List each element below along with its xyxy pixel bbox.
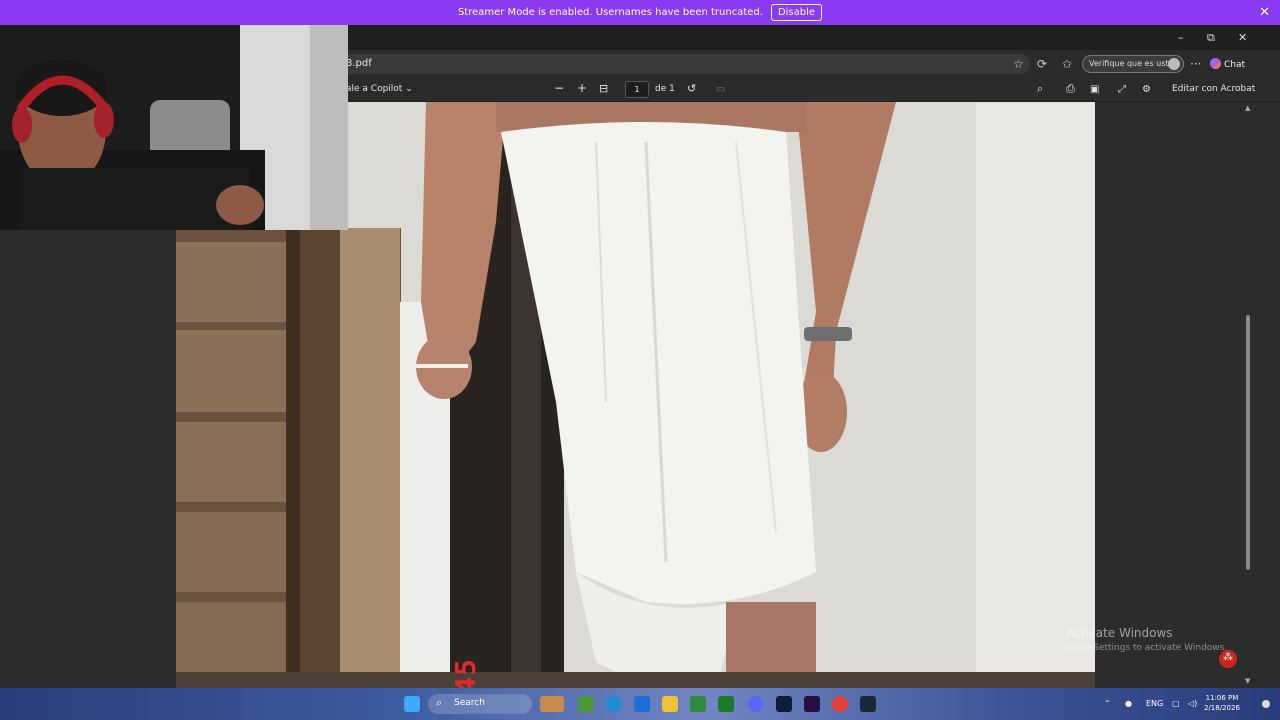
- clock-time: 11:06 PM: [1205, 694, 1239, 702]
- file-explorer-icon[interactable]: [662, 696, 678, 712]
- streamer-mode-banner: Streamer Mode is enabled. Usernames have…: [0, 0, 1280, 25]
- favorite-star-icon[interactable]: ☆: [1013, 57, 1024, 71]
- discord-icon[interactable]: [748, 696, 764, 712]
- scroll-up-arrow-icon[interactable]: ▲: [1245, 104, 1250, 112]
- webcam-feed-illustration: [0, 0, 348, 230]
- avatar: [1168, 58, 1180, 70]
- activate-windows-title: Activate Windows: [1066, 626, 1173, 640]
- activate-windows-subtitle: Go to Settings to activate Windows.: [1066, 643, 1228, 653]
- taskbar-search[interactable]: ⌕ Search: [428, 694, 532, 714]
- print-icon[interactable]: ⎙: [1066, 82, 1075, 96]
- page-view-icon[interactable]: ▭: [716, 84, 725, 95]
- minimize-icon[interactable]: –: [1178, 31, 1184, 44]
- scroll-down-arrow-icon[interactable]: ▼: [1245, 677, 1250, 685]
- rotate-icon[interactable]: ↺: [687, 82, 696, 95]
- zoom-in-icon[interactable]: +: [577, 81, 587, 95]
- more-menu-icon[interactable]: ···: [1190, 57, 1201, 71]
- webcam-overlay: [0, 0, 348, 230]
- settings-gear-icon[interactable]: ⚙: [1142, 84, 1151, 95]
- vertical-scrollbar[interactable]: [1246, 315, 1250, 570]
- search-icon[interactable]: ⌕: [1037, 82, 1043, 96]
- microphone-icon[interactable]: ●: [1125, 699, 1132, 708]
- window-close-icon[interactable]: ✕: [1238, 31, 1247, 44]
- url-text: 3.pdf: [346, 58, 372, 69]
- steam-icon[interactable]: [860, 696, 876, 712]
- chrome-icon[interactable]: [832, 696, 848, 712]
- volume-icon[interactable]: ◁): [1188, 699, 1197, 708]
- save-icon[interactable]: ▣: [1090, 84, 1099, 95]
- photo-timestamp-stamp: 10 11:45: [416, 658, 482, 688]
- tray-overflow-icon[interactable]: ⌃: [1104, 699, 1111, 708]
- refresh-extension-icon[interactable]: ⟳: [1037, 57, 1047, 71]
- premiere-icon[interactable]: [804, 696, 820, 712]
- acrobat-logo-icon[interactable]: ⁂: [1219, 650, 1237, 668]
- screen: Streamer Mode is enabled. Usernames have…: [0, 0, 1280, 720]
- banner-close-icon[interactable]: ✕: [1259, 5, 1270, 20]
- page-total: de 1: [655, 84, 675, 94]
- favorites-icon[interactable]: ✩: [1062, 57, 1072, 71]
- chat-label: Chat: [1224, 60, 1246, 70]
- start-icon[interactable]: [404, 696, 420, 712]
- photoshop-icon[interactable]: [776, 696, 792, 712]
- app-icon-1[interactable]: [578, 696, 594, 712]
- fullscreen-icon[interactable]: ⤢: [1118, 84, 1126, 95]
- copilot-chat-button[interactable]: Chat: [1210, 55, 1256, 73]
- clock-date: 2/18/2026: [1204, 704, 1240, 712]
- notification-icon[interactable]: [1262, 700, 1270, 708]
- language-indicator[interactable]: ENG: [1146, 699, 1163, 708]
- banner-message: Streamer Mode is enabled. Usernames have…: [457, 7, 763, 18]
- copilot-icon: [1210, 58, 1221, 69]
- network-icon[interactable]: ▢: [1172, 699, 1180, 708]
- fit-page-icon[interactable]: ⊟: [599, 82, 608, 95]
- page-number-input[interactable]: 1: [625, 81, 649, 98]
- copilot-menu-button[interactable]: ale a Copilot ⌄: [346, 84, 413, 94]
- copilot-menu-label: ale a Copilot: [346, 84, 403, 94]
- app-icon-3[interactable]: [690, 696, 706, 712]
- zoom-out-icon[interactable]: −: [554, 81, 564, 95]
- url-field[interactable]: 3.pdf: [330, 54, 1030, 74]
- edit-with-acrobat-button[interactable]: Editar con Acrobat: [1172, 84, 1255, 94]
- disable-button[interactable]: Disable: [770, 4, 823, 21]
- verify-label: Verifique que es usted: [1089, 59, 1179, 68]
- xbox-icon[interactable]: [718, 696, 734, 712]
- edge-browser-icon[interactable]: [606, 696, 622, 712]
- search-magnifier-icon: ⌕: [436, 696, 443, 709]
- taskbar-clock[interactable]: 11:06 PM 2/18/2026: [1204, 693, 1240, 713]
- widgets-icon[interactable]: [540, 696, 564, 712]
- app-icon-2[interactable]: [634, 696, 650, 712]
- profile-verify-button[interactable]: Verifique que es usted: [1082, 55, 1184, 73]
- restore-icon[interactable]: ⧉: [1207, 31, 1215, 45]
- search-label: Search: [454, 698, 485, 708]
